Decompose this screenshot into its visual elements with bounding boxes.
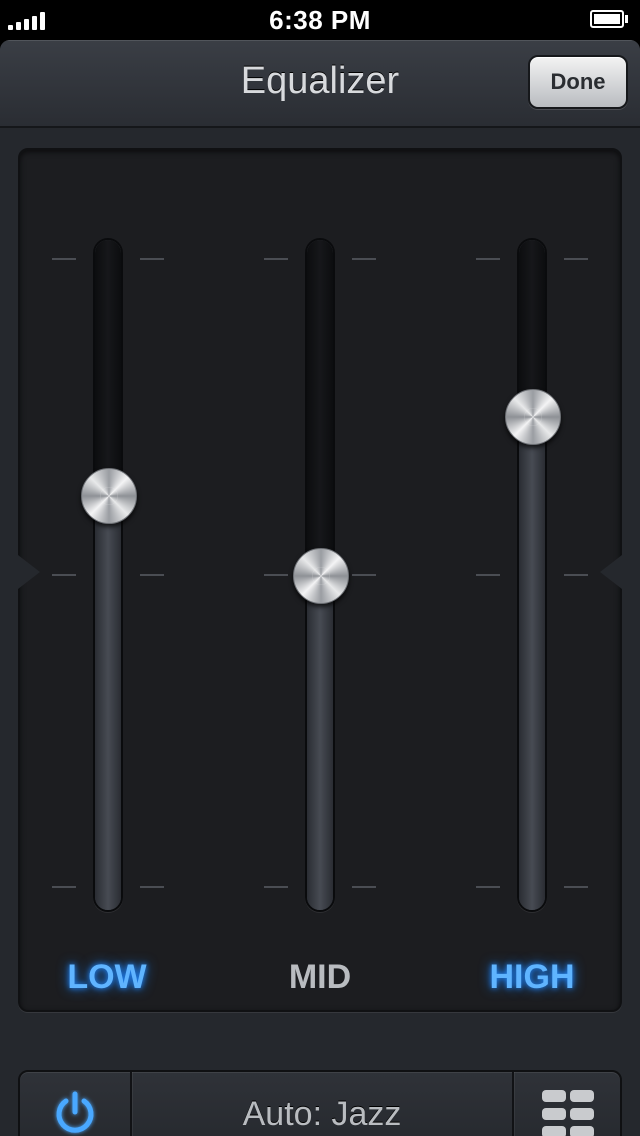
slider-knob[interactable] [293, 548, 349, 604]
equalizer-screen: Equalizer Done LOW MID HIGH Auto: Jazz [0, 40, 640, 1136]
battery-icon [590, 10, 630, 28]
slider-track [517, 238, 547, 912]
power-button[interactable] [20, 1072, 130, 1136]
bottom-toolbar: Auto: Jazz [18, 1070, 622, 1136]
low-band-label: LOW [67, 958, 147, 996]
slider-knob[interactable] [81, 468, 137, 525]
left-center-marker [18, 555, 40, 589]
status-bar: 6:38 PM [0, 0, 640, 40]
high-band-slider[interactable] [476, 238, 588, 912]
mid-band-label: MID [288, 958, 352, 996]
presets-button[interactable] [514, 1072, 622, 1136]
done-button[interactable]: Done [528, 55, 628, 109]
preset-label[interactable]: Auto: Jazz [132, 1072, 512, 1136]
slider-track [93, 238, 123, 912]
slider-knob[interactable] [505, 388, 561, 445]
low-band-slider[interactable] [52, 238, 164, 912]
right-center-marker [600, 555, 622, 589]
status-time: 6:38 PM [269, 5, 371, 35]
navigation-bar: Equalizer Done [0, 40, 640, 128]
high-band-label: HIGH [489, 958, 575, 996]
power-icon [56, 1091, 94, 1133]
mid-band-slider[interactable] [264, 238, 376, 912]
